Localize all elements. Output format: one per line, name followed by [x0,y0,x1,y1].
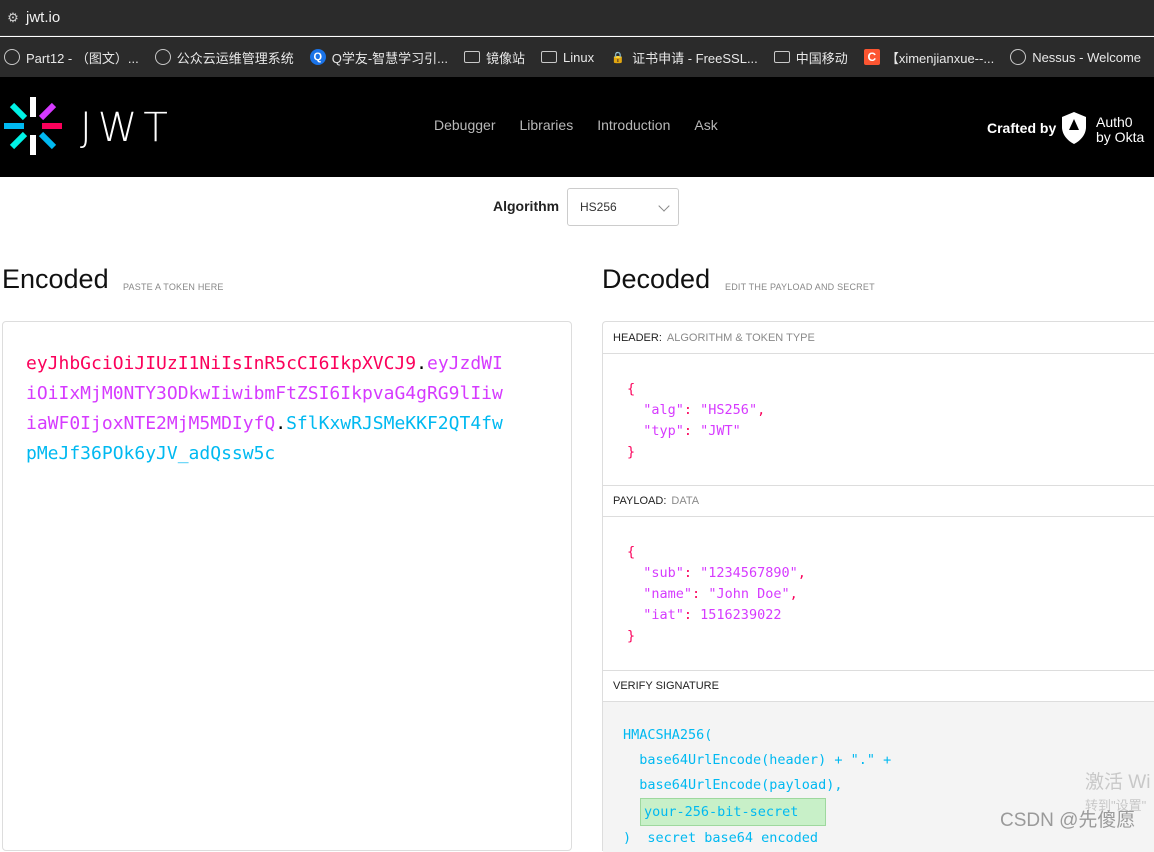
token-dot: . [275,413,287,434]
encoded-subtitle: PASTE A TOKEN HERE [123,282,224,292]
decoded-panels: HEADER: ALGORITHM & TOKEN TYPE { "alg": … [602,321,1154,852]
sig-line-header: base64UrlEncode(header) + "." + [623,752,892,768]
header-json-editor[interactable]: { "alg": "HS256", "typ": "JWT" } [627,379,765,463]
bookmark-label: 公众云运维管理系统 [176,50,294,66]
url-text[interactable]: jwt.io [26,9,60,26]
sub-value: "1234567890" [700,565,798,581]
site-info-icon[interactable]: ⚙ [0,0,26,36]
nav-introduction[interactable]: Introduction [597,117,670,133]
q-icon: Q [309,49,326,65]
site-header: JWT Debugger Libraries Introduction Ask … [0,77,1154,177]
nav-ask[interactable]: Ask [694,117,717,133]
bookmark-label: 中国移动 [795,50,848,66]
bookmark-label: Nessus - Welcome [1032,49,1142,65]
payload-panel-sublabel: DATA [671,494,700,507]
globe-icon [154,49,171,65]
token-header-part: eyJhbGciOiJIUzI1NiIsInR5cCI6IkpXVCJ9 [26,353,417,374]
algorithm-label: Algorithm [493,198,560,214]
name-value: "John Doe" [708,586,790,602]
payload-json-editor[interactable]: { "sub": "1234567890", "name": "John Doe… [627,542,806,647]
signature-panel-label: VERIFY SIGNATURE [613,679,719,692]
alg-key: "alg" [643,402,684,418]
main-nav: Debugger Libraries Introduction Ask [434,117,742,133]
payload-panel-label: PAYLOAD: [613,494,667,507]
colon: : [683,607,701,623]
header-panel-label: HEADER: [613,331,662,344]
encoded-token-text[interactable]: eyJhbGciOiJIUzI1NiIsInR5cCI6IkpXVCJ9.eyJ… [26,349,506,469]
activate-windows-watermark: 激活 Wi [1085,772,1151,793]
folder-icon [773,51,790,63]
bookmark-freessl[interactable]: 🔒 证书申请 - FreeSSL... [610,48,758,67]
token-dot: . [416,353,427,374]
brace-close: } [627,444,636,460]
auth0-brand[interactable]: Auth0 by Okta [1096,115,1144,145]
typ-value: "JWT" [700,423,741,439]
sig-line-payload: base64UrlEncode(payload), [623,777,843,793]
auth0-shield-icon[interactable] [1060,111,1088,145]
bookmarks-bar: Part12 - （图文）... 公众云运维管理系统 Q Q学友-智慧学习引...… [0,37,1154,77]
brace-close: } [627,628,636,644]
typ-key: "typ" [643,423,684,439]
comma: , [757,402,766,418]
csdn-watermark: CSDN @先傻愿 [1000,810,1136,831]
bookmark-mirror[interactable]: 镜像站 [464,48,525,67]
crafted-by-label: Crafted by [987,120,1057,136]
algorithm-value: HS256 [580,200,617,214]
bookmark-nessus[interactable]: Nessus - Welcome [1010,49,1141,65]
auth0-line2: by Okta [1096,129,1145,145]
alg-value: "HS256" [700,402,758,418]
sub-key: "sub" [643,565,684,581]
header-panel-title: HEADER: ALGORITHM & TOKEN TYPE [603,322,1154,354]
folder-icon [541,51,558,63]
nav-debugger[interactable]: Debugger [434,117,496,133]
sig-line-hmac: HMACSHA256( [623,727,713,743]
bookmark-label: Linux [563,49,595,65]
nav-libraries[interactable]: Libraries [520,117,574,133]
decoded-title: Decoded [602,264,711,294]
globe-icon [1010,49,1027,65]
comma: , [797,565,806,581]
chevron-down-icon [658,200,670,212]
iat-value: 1516239022 [700,607,782,623]
encoded-title: Encoded [2,264,109,294]
bookmark-label: Part12 - （图文）... [26,50,139,66]
payload-panel-title: PAYLOAD: DATA [603,485,1154,517]
bookmark-label: Q学友-智慧学习引... [331,50,448,66]
brace-open: { [627,381,636,397]
decoded-subtitle: EDIT THE PAYLOAD AND SECRET [725,282,875,292]
bookmark-china-mobile[interactable]: 中国移动 [773,48,848,67]
csdn-icon: C [863,49,880,65]
comma: , [789,586,798,602]
signature-panel-title: VERIFY SIGNATURE [603,670,1154,702]
bookmark-ops-system[interactable]: 公众云运维管理系统 [154,48,294,67]
name-key: "name" [643,586,693,602]
folder-icon [464,51,480,63]
iat-key: "iat" [643,607,684,623]
colon: : [683,423,701,439]
colon: : [692,586,709,602]
sig-line-close: ) secret base64 encoded [623,830,819,846]
brace-open: { [627,544,636,560]
bookmark-label: 镜像站 [486,50,526,66]
secret-input[interactable]: your-256-bit-secret [640,798,826,826]
bookmark-part12[interactable]: Part12 - （图文）... [4,48,139,67]
jwt-wordmark[interactable]: JWT [80,105,174,151]
algorithm-select[interactable]: HS256 [567,188,679,226]
browser-address-bar[interactable]: ⚙ jwt.io [0,0,1154,36]
colon: : [683,402,701,418]
auth0-line1: Auth0 [1096,114,1133,130]
bookmark-linux[interactable]: Linux [541,50,594,65]
bookmark-q-xueyou[interactable]: Q Q学友-智慧学习引... [309,48,448,67]
lock-icon: 🔒 [611,51,625,64]
bookmark-csdn[interactable]: C 【ximenjianxue--... [863,48,995,67]
colon: : [683,565,701,581]
bookmark-label: 证书申请 - FreeSSL... [632,50,758,66]
header-panel-sublabel: ALGORITHM & TOKEN TYPE [666,331,815,344]
jwt-logo-icon[interactable] [2,95,64,157]
globe-icon [4,49,20,65]
bookmark-label: 【ximenjianxue--... [885,50,995,66]
